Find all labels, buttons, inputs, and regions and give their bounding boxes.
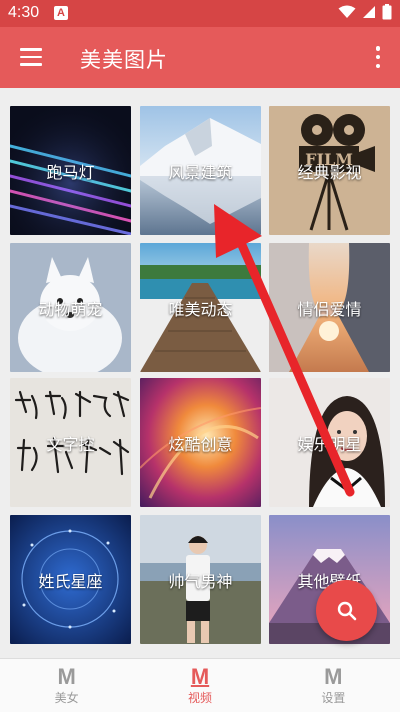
wifi-icon xyxy=(338,5,356,18)
bottom-navigation: M 美女 M 视频 M 设置 xyxy=(0,658,400,712)
category-card-man-coast[interactable]: 帅气男神 xyxy=(140,515,261,644)
category-card-wooden-pier[interactable]: 唯美动态 xyxy=(140,243,261,372)
category-card-snow-mountain-lake[interactable]: 风景建筑 xyxy=(140,106,261,235)
category-card-arctic-fox[interactable]: 动物萌宠 xyxy=(10,243,131,372)
app-title: 美美图片 xyxy=(80,48,168,72)
notification-icon: A xyxy=(54,6,68,20)
menu-icon[interactable] xyxy=(20,48,42,66)
battery-icon xyxy=(382,4,392,20)
category-label: 姓氏星座 xyxy=(38,571,103,591)
category-card-film-camera[interactable]: FILM 经典影视 xyxy=(269,106,390,235)
settings-nav-icon: M xyxy=(324,664,343,689)
category-label: 风景建筑 xyxy=(168,162,233,182)
category-card-celebrity-portrait[interactable]: 娱乐明星 xyxy=(269,378,390,507)
category-label: 炫酷创意 xyxy=(168,434,233,454)
status-time: 4:30 xyxy=(8,4,40,21)
category-grid: 跑马灯 风景建筑 FILM 经典影视 动物萌宠 唯美动态 情侣爱情 文字控 炫酷… xyxy=(0,88,400,658)
search-icon xyxy=(337,601,356,620)
category-label: 唯美动态 xyxy=(168,299,233,319)
beauty-nav-icon: M xyxy=(57,664,76,689)
category-card-abstract-swirl[interactable]: 炫酷创意 xyxy=(140,378,261,507)
category-card-couple-hands[interactable]: 情侣爱情 xyxy=(269,243,390,372)
category-label: 经典影视 xyxy=(297,162,362,182)
nav-item-label: 美女 xyxy=(54,691,79,705)
category-card-zodiac-blue[interactable]: 姓氏星座 xyxy=(10,515,131,644)
nav-item-settings[interactable]: M 设置 xyxy=(267,659,400,712)
status-indicators xyxy=(338,4,392,20)
category-label: 情侣爱情 xyxy=(297,299,362,319)
category-card-calligraphy[interactable]: 文字控 xyxy=(10,378,131,507)
signal-icon xyxy=(363,6,375,18)
video-nav-icon: M xyxy=(190,664,210,689)
category-label: 帅气男神 xyxy=(168,571,233,591)
nav-item-label: 视频 xyxy=(187,691,212,705)
category-card-neon-lights[interactable]: 跑马灯 xyxy=(10,106,131,235)
category-label: 跑马灯 xyxy=(46,162,95,182)
app-bar: 美美图片 xyxy=(0,27,400,88)
search-fab-button[interactable] xyxy=(316,580,377,641)
category-label: 动物萌宠 xyxy=(38,299,103,319)
status-bar: 4:30 A xyxy=(0,0,400,27)
category-label: 娱乐明星 xyxy=(297,434,362,454)
more-options-icon[interactable] xyxy=(374,46,382,68)
category-label: 文字控 xyxy=(46,434,95,454)
nav-item-beauty[interactable]: M 美女 xyxy=(0,659,133,712)
nav-item-video[interactable]: M 视频 xyxy=(133,659,266,712)
nav-item-label: 设置 xyxy=(321,691,346,705)
